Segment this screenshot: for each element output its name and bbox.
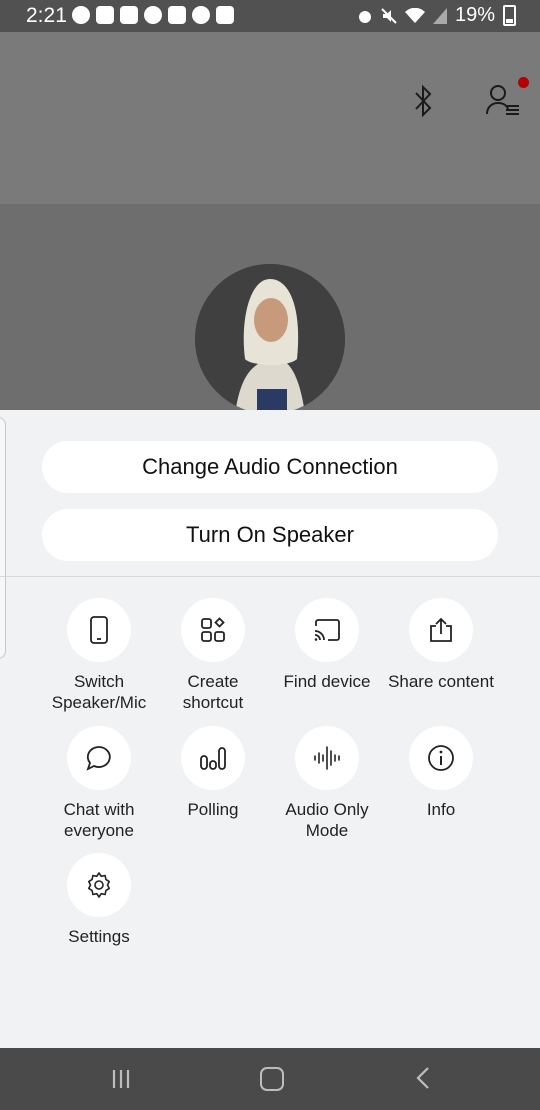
share-icon bbox=[430, 617, 452, 642]
audio-only-mode-action[interactable]: Audio Only Mode bbox=[270, 726, 384, 841]
polling-label: Polling bbox=[187, 800, 239, 819]
audio-wave-icon-circle[interactable] bbox=[295, 726, 359, 790]
shortcut-icon bbox=[201, 617, 225, 642]
participants-icon[interactable] bbox=[486, 82, 520, 116]
navigation-bar bbox=[0, 1048, 540, 1110]
more-options-sheet: Change Audio Connection Turn On Speaker … bbox=[0, 410, 540, 1048]
phone-icon-circle[interactable] bbox=[67, 598, 131, 662]
chat-with-everyone-action[interactable]: Chat with everyone bbox=[42, 726, 156, 841]
participant-avatar bbox=[195, 264, 345, 410]
audio-only-mode-label: Audio Only Mode bbox=[285, 800, 369, 840]
turn-on-speaker-button[interactable]: Turn On Speaker bbox=[42, 509, 498, 561]
shortcut-icon-circle[interactable] bbox=[181, 598, 245, 662]
gear-icon bbox=[88, 872, 110, 898]
info-icon bbox=[428, 745, 454, 771]
mute-icon bbox=[381, 7, 397, 24]
gallery-icon bbox=[168, 6, 186, 24]
find-device-action[interactable]: Find device bbox=[270, 598, 384, 692]
avatar-photo bbox=[195, 264, 345, 410]
recent-apps-icon[interactable] bbox=[111, 1069, 131, 1089]
chat-icon bbox=[86, 746, 111, 771]
video-area bbox=[0, 204, 540, 410]
audio-wave-icon bbox=[314, 746, 340, 770]
polling-icon-circle[interactable] bbox=[181, 726, 245, 790]
info-icon-circle[interactable] bbox=[409, 726, 473, 790]
gear-icon-circle[interactable] bbox=[67, 853, 131, 917]
bluetooth-icon[interactable] bbox=[413, 84, 435, 118]
settings-label: Settings bbox=[68, 927, 130, 946]
meeting-header bbox=[0, 32, 540, 204]
notification-icons bbox=[72, 6, 234, 24]
alarm-icon bbox=[358, 10, 371, 23]
info-label: Info bbox=[426, 800, 456, 819]
phone-icon bbox=[90, 616, 108, 644]
info-action[interactable]: Info bbox=[384, 726, 498, 820]
battery-icon bbox=[503, 5, 516, 26]
change-audio-connection-button[interactable]: Change Audio Connection bbox=[42, 441, 498, 493]
status-bar: 2:21 19% bbox=[0, 0, 540, 32]
notification-dot bbox=[518, 77, 529, 88]
polling-action[interactable]: Polling bbox=[156, 726, 270, 820]
settings-action[interactable]: Settings bbox=[42, 853, 156, 947]
chat-with-everyone-label: Chat with everyone bbox=[63, 800, 135, 840]
share-content-label: Share content bbox=[388, 672, 494, 691]
switch-speaker-mic-action[interactable]: Switch Speaker/Mic bbox=[42, 598, 156, 713]
find-device-label: Find device bbox=[283, 672, 371, 691]
polling-icon bbox=[200, 747, 226, 770]
side-panel-handle[interactable] bbox=[0, 417, 6, 659]
circle-app-icon bbox=[144, 6, 162, 24]
create-shortcut-label: Create shortcut bbox=[182, 672, 244, 712]
m-icon bbox=[96, 6, 114, 24]
share-icon-circle[interactable] bbox=[409, 598, 473, 662]
wifi-icon bbox=[404, 7, 425, 23]
back-icon[interactable] bbox=[416, 1067, 430, 1089]
create-shortcut-action[interactable]: Create shortcut bbox=[156, 598, 270, 713]
battery-percent: 19% bbox=[454, 4, 495, 26]
divider bbox=[0, 576, 540, 577]
home-icon[interactable] bbox=[260, 1067, 284, 1091]
app-icon bbox=[72, 6, 90, 24]
cast-icon bbox=[314, 619, 340, 641]
system-icons: 19% bbox=[357, 4, 516, 27]
chat-icon-circle[interactable] bbox=[67, 726, 131, 790]
switch-speaker-mic-label: Switch Speaker/Mic bbox=[51, 672, 147, 712]
translate-icon bbox=[216, 6, 234, 24]
share-content-action[interactable]: Share content bbox=[384, 598, 498, 692]
instagram-icon bbox=[120, 6, 138, 24]
cast-icon-circle[interactable] bbox=[295, 598, 359, 662]
circle-app-icon bbox=[192, 6, 210, 24]
status-time: 2:21 bbox=[26, 4, 67, 27]
signal-icon bbox=[432, 7, 447, 24]
